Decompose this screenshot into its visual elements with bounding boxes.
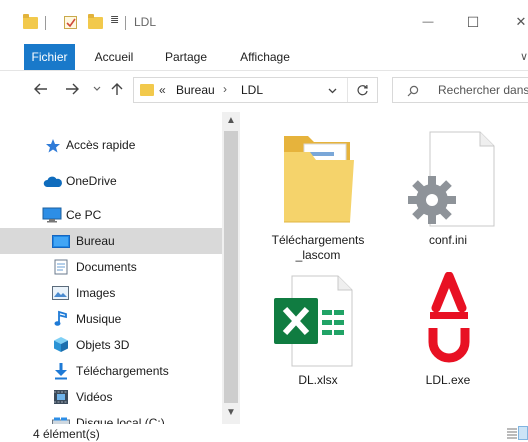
- sidebar-item-label: Bureau: [76, 234, 115, 248]
- file-name: Téléchargements _lascom: [271, 233, 365, 262]
- minimize-button[interactable]: —: [410, 8, 446, 36]
- tab-affichage[interactable]: Affichage: [229, 44, 301, 70]
- file-item-dl-xlsx[interactable]: DL.xlsx: [262, 268, 374, 398]
- sidebar-item-label: OneDrive: [66, 174, 117, 188]
- sidebar-item-label: Disque local (C:): [76, 416, 165, 424]
- search-placeholder[interactable]: Rechercher dans: [438, 83, 528, 97]
- tab-fichier[interactable]: Fichier: [24, 44, 75, 70]
- back-arrow-icon[interactable]: [34, 83, 48, 95]
- sidebar-item-label: Accès rapide: [66, 138, 136, 152]
- maximize-button[interactable]: ☐: [455, 8, 491, 36]
- excel-icon: [274, 275, 353, 367]
- video-icon: [54, 390, 68, 404]
- file-item-ldl-exe[interactable]: LDL.exe: [392, 268, 504, 398]
- breadcrumb-overflow[interactable]: «: [159, 83, 166, 97]
- breadcrumb-bureau[interactable]: Bureau: [176, 83, 215, 97]
- customize-quick-access-icon[interactable]: ≣: [110, 13, 119, 26]
- sidebar-item-documents[interactable]: Documents: [0, 254, 222, 280]
- up-arrow-icon[interactable]: [111, 82, 123, 96]
- expand-ribbon-icon[interactable]: ∨: [520, 50, 528, 63]
- maximize-icon: ☐: [466, 13, 480, 30]
- search-icon: [407, 85, 419, 97]
- large-icons-view-icon[interactable]: [518, 426, 528, 440]
- navigation-pane: Accès rapide OneDrive Ce PC Bureau Docum…: [0, 112, 240, 424]
- file-item-telechargements-lascom[interactable]: Téléchargements _lascom: [262, 122, 374, 262]
- sidebar-item-disque-local[interactable]: Disque local (C:): [0, 410, 222, 424]
- minimize-icon: —: [422, 16, 434, 28]
- images-icon: [52, 286, 69, 300]
- properties-icon[interactable]: [64, 16, 77, 29]
- sidebar-item-objets-3d[interactable]: Objets 3D: [0, 332, 222, 358]
- recent-locations-icon[interactable]: [93, 86, 101, 92]
- sidebar-item-videos[interactable]: Vidéos: [0, 384, 222, 410]
- search-box[interactable]: Rechercher dans: [392, 77, 528, 103]
- download-icon: [55, 363, 67, 380]
- separator: [347, 78, 348, 102]
- tab-partage[interactable]: Partage: [155, 44, 217, 70]
- scroll-up-icon[interactable]: ▲: [222, 112, 240, 130]
- folder-icon: [23, 14, 38, 29]
- sidebar-item-ce-pc[interactable]: Ce PC: [0, 202, 222, 228]
- star-icon: [46, 139, 60, 153]
- sidebar-item-label: Téléchargements: [76, 364, 169, 378]
- separator: [125, 16, 126, 30]
- computer-icon: [42, 207, 62, 223]
- tab-accueil[interactable]: Accueil: [86, 44, 142, 70]
- sidebar-item-images[interactable]: Images: [0, 280, 222, 306]
- close-icon: ✕: [515, 14, 527, 29]
- sidebar-item-label: Objets 3D: [76, 338, 130, 352]
- file-item-conf-ini[interactable]: conf.ini: [392, 122, 504, 262]
- sidebar-item-musique[interactable]: Musique: [0, 306, 222, 332]
- sidebar-item-label: Documents: [76, 260, 137, 274]
- scrollbar-thumb[interactable]: [224, 131, 238, 403]
- cloud-icon: [43, 176, 62, 187]
- cube-icon: [54, 337, 68, 352]
- sidebar-item-acces-rapide[interactable]: Accès rapide: [0, 132, 222, 158]
- sidebar-item-label: Images: [76, 286, 116, 300]
- refresh-icon[interactable]: [356, 84, 369, 97]
- sidebar-item-label: Vidéos: [76, 390, 113, 404]
- title-bar: ≣ LDL — ☐ ✕: [0, 0, 528, 44]
- sidebar-item-onedrive[interactable]: OneDrive: [0, 168, 222, 194]
- documents-icon: [54, 259, 68, 275]
- breadcrumb-ldl[interactable]: LDL: [241, 83, 263, 97]
- close-button[interactable]: ✕: [503, 8, 528, 36]
- file-name: conf.ini: [428, 233, 468, 247]
- ribbon-tabs: Fichier Accueil Partage Affichage ∨: [0, 44, 528, 71]
- file-name: DL.xlsx: [298, 373, 338, 387]
- sidebar-item-telechargements[interactable]: Téléchargements: [0, 358, 222, 384]
- forward-arrow-icon[interactable]: [65, 83, 79, 95]
- disk-icon: [52, 417, 70, 424]
- config-file-icon: [408, 131, 495, 227]
- details-view-icon[interactable]: [506, 427, 518, 439]
- sidebar-item-label: Ce PC: [66, 208, 102, 222]
- separator: [45, 16, 46, 30]
- address-bar[interactable]: « Bureau › LDL: [133, 77, 378, 103]
- desktop-icon: [52, 235, 70, 248]
- file-name: LDL.exe: [425, 373, 471, 387]
- sidebar-item-label: Musique: [76, 312, 122, 326]
- address-dropdown-icon[interactable]: [328, 88, 337, 94]
- folder-icon: [284, 136, 354, 223]
- window-title: LDL: [134, 15, 157, 29]
- new-folder-icon[interactable]: [88, 14, 103, 29]
- sidebar-item-bureau[interactable]: Bureau: [0, 228, 222, 254]
- item-count: 4 élément(s): [33, 427, 100, 441]
- breadcrumb-separator[interactable]: ›: [223, 82, 227, 96]
- exe-app-icon: [428, 272, 470, 363]
- music-icon: [54, 310, 67, 326]
- folder-icon: [140, 84, 154, 96]
- scroll-down-icon[interactable]: ▼: [222, 404, 240, 422]
